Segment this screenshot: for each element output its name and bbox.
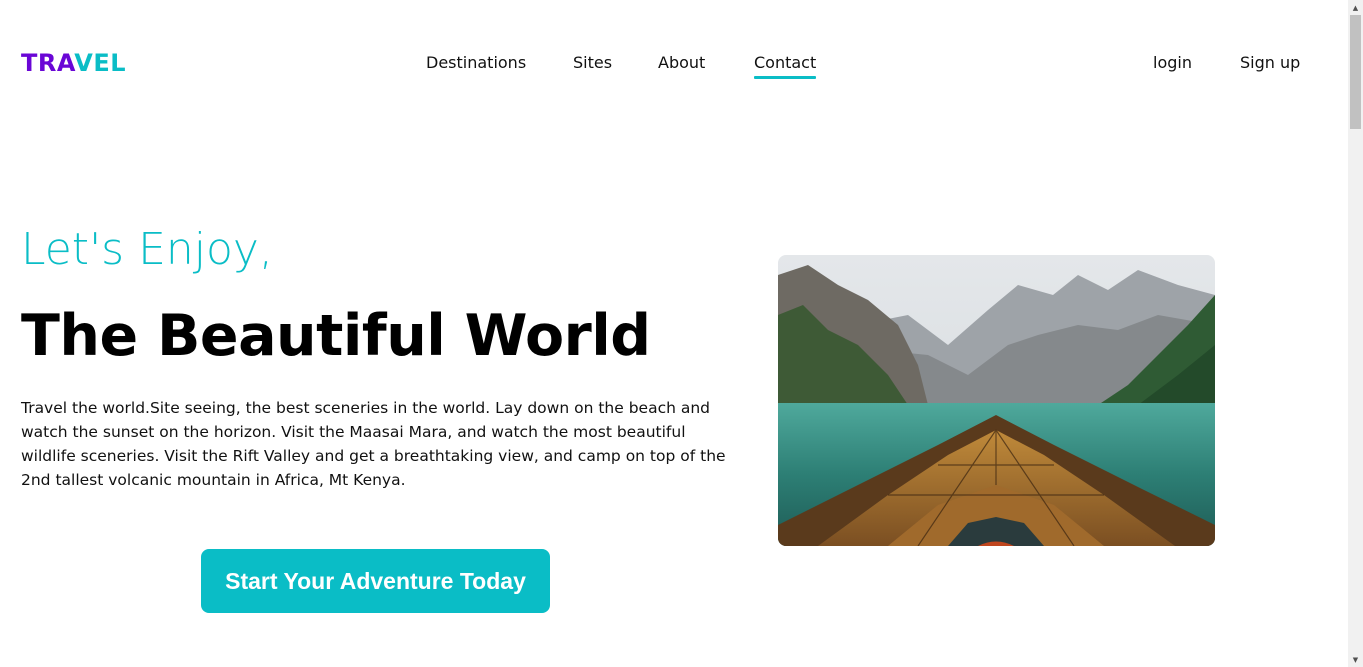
logo-part-2: VEL	[74, 49, 127, 77]
page-scrollbar[interactable]: ▲ ▼	[1348, 0, 1363, 667]
logo-part-1: TRA	[21, 49, 75, 77]
nav-destinations[interactable]: Destinations	[426, 52, 526, 74]
scroll-up-icon[interactable]: ▲	[1348, 0, 1363, 15]
login-link[interactable]: login	[1153, 52, 1192, 74]
start-adventure-button[interactable]: Start Your Adventure Today	[201, 549, 550, 613]
nav-about[interactable]: About	[658, 52, 705, 74]
nav-sites[interactable]: Sites	[573, 52, 612, 74]
scrollbar-thumb[interactable]	[1350, 15, 1361, 129]
hero-kicker: Let's Enjoy,	[21, 224, 273, 275]
site-logo[interactable]: TRAVEL	[21, 48, 126, 78]
scroll-down-icon[interactable]: ▼	[1348, 652, 1363, 667]
hero-image	[778, 255, 1215, 546]
mountain-lake-boat-image	[778, 255, 1215, 546]
hero-description: Travel the world.Site seeing, the best s…	[21, 399, 726, 489]
hero-title: The Beautiful World	[21, 303, 651, 369]
nav-contact[interactable]: Contact	[754, 52, 817, 79]
signup-link[interactable]: Sign up	[1240, 52, 1300, 74]
